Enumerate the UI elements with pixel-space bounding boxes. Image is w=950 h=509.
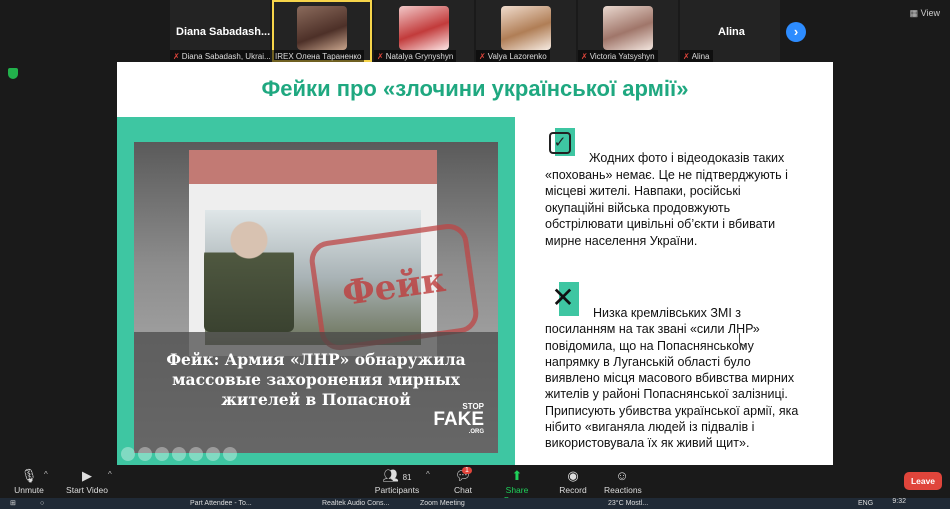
reactions-icon: ☺ <box>615 468 629 483</box>
mic-muted-icon: ✗ <box>581 51 588 61</box>
participants-options-caret[interactable]: ^ <box>426 470 430 479</box>
slideshow-controls[interactable] <box>121 447 237 461</box>
audio-options-caret[interactable]: ^ <box>44 470 48 479</box>
shared-screen-slide: Фейки про «злочини української армії» Фе… <box>117 62 833 465</box>
taskbar-item[interactable]: Zoom Meeting <box>420 498 465 509</box>
language-indicator[interactable]: ENG <box>858 498 873 509</box>
video-options-caret[interactable]: ^ <box>108 470 112 479</box>
slide-title: Фейки про «злочини української армії» <box>261 76 689 101</box>
participant-video <box>501 6 551 50</box>
taskbar-item[interactable]: Part Attendee - To... <box>190 498 252 509</box>
prev-slide-icon[interactable] <box>121 447 135 461</box>
video-off-icon: ▶︎ <box>82 468 92 483</box>
next-participants-button[interactable]: › <box>786 22 806 42</box>
participants-button[interactable]: 👥︎ 81 Participants <box>374 467 420 495</box>
mic-muted-icon: ✗ <box>173 51 180 61</box>
participant-tile[interactable]: ✗ Victoria Yatsyshyn <box>578 0 678 62</box>
windows-taskbar: ⊞ ○ Part Attendee - To... Realtek Audio … <box>0 498 950 509</box>
zoom-window: Diana Sabadash... ✗ Diana Sabadash, Ukrai… <box>0 0 950 509</box>
subtitles-icon[interactable] <box>206 447 220 461</box>
participant-video <box>603 6 653 50</box>
share-screen-icon: ⬆ <box>511 468 523 483</box>
mic-muted-icon: ✗ <box>377 51 384 61</box>
image-panel: Фейк Фейк: Армия «ЛНР» обнаружила массов… <box>117 117 515 465</box>
pen-icon[interactable] <box>155 447 169 461</box>
next-slide-icon[interactable] <box>138 447 152 461</box>
participant-caption: ✗ Victoria Yatsyshyn <box>578 50 658 62</box>
start-video-button[interactable]: ▶︎ Start Video <box>64 467 110 495</box>
slides-icon[interactable] <box>172 447 186 461</box>
participant-tile[interactable]: Diana Sabadash... ✗ Diana Sabadash, Ukrai… <box>170 0 270 62</box>
participants-icon: 👥︎ 81 <box>382 468 412 483</box>
grid-icon: ▦ <box>909 8 919 18</box>
participant-big-name: Alina <box>718 26 745 38</box>
participant-video <box>297 6 347 50</box>
chat-badge: 1 <box>462 467 472 474</box>
participant-caption: ✗ Natalya Grynyshyn <box>374 50 457 62</box>
zoom-icon[interactable] <box>189 447 203 461</box>
taskbar-item[interactable]: Realtek Audio Cons... <box>322 498 389 509</box>
point-2-text: Низка кремлівських ЗМІ з посиланням на т… <box>545 306 799 451</box>
mic-muted-icon: ✗ <box>683 51 690 61</box>
participant-caption: ✗ Valya Lazorenko <box>476 50 550 62</box>
chevron-right-icon: › <box>793 24 799 39</box>
speaker-figure <box>204 217 294 332</box>
participant-tile[interactable]: ✗ Natalya Grynyshyn <box>374 0 474 62</box>
mic-off-icon: 🎙︎ <box>20 468 38 483</box>
start-icon[interactable]: ⊞ <box>10 498 16 509</box>
participant-caption: ✗ Diana Sabadash, Ukrai... <box>170 50 270 62</box>
participant-strip: Diana Sabadash... ✗ Diana Sabadash, Ukrai… <box>170 0 780 62</box>
photo-caption: Фейк: Армия «ЛНР» обнаружила массовые за… <box>166 350 466 409</box>
participant-tile[interactable]: IREX Олена Тараненко <box>272 0 372 62</box>
stopfake-logo: STOP FAKE .ORG <box>433 402 484 435</box>
unmute-button[interactable]: 🎙︎ Unmute <box>12 467 46 495</box>
clock[interactable]: 9:32 <box>892 498 906 506</box>
participant-tile[interactable]: Alina ✗ Alina <box>680 0 780 62</box>
participant-tile[interactable]: ✗ Valya Lazorenko <box>476 0 576 62</box>
record-button[interactable]: ◉ Record <box>556 467 590 495</box>
participant-caption: ✗ Alina <box>680 50 713 62</box>
point-1-text: Жодних фото і відеодоказів таких «похова… <box>545 151 788 248</box>
participant-video <box>399 6 449 50</box>
fake-news-photo: Фейк Фейк: Армия «ЛНР» обнаружила массов… <box>134 142 498 453</box>
search-icon[interactable]: ○ <box>40 498 44 509</box>
leave-button[interactable]: Leave <box>904 472 942 490</box>
more-icon[interactable] <box>223 447 237 461</box>
meeting-toolbar: 🎙︎ Unmute ^ ▶︎ Start Video ^ 👥︎ 81 Parti… <box>0 465 950 505</box>
chat-button[interactable]: 💬︎ 1 Chat <box>450 467 476 495</box>
reactions-button[interactable]: ☺ Reactions <box>604 467 642 495</box>
participant-big-name: Diana Sabadash... <box>176 26 270 38</box>
weather-widget[interactable]: 23°C Mostl... <box>608 498 648 509</box>
view-button[interactable]: ▦ View <box>910 8 940 19</box>
participant-caption: IREX Олена Тараненко <box>272 50 365 62</box>
record-icon: ◉ <box>567 468 579 483</box>
security-shield-icon[interactable] <box>8 68 18 79</box>
mic-muted-icon: ✗ <box>479 51 486 61</box>
